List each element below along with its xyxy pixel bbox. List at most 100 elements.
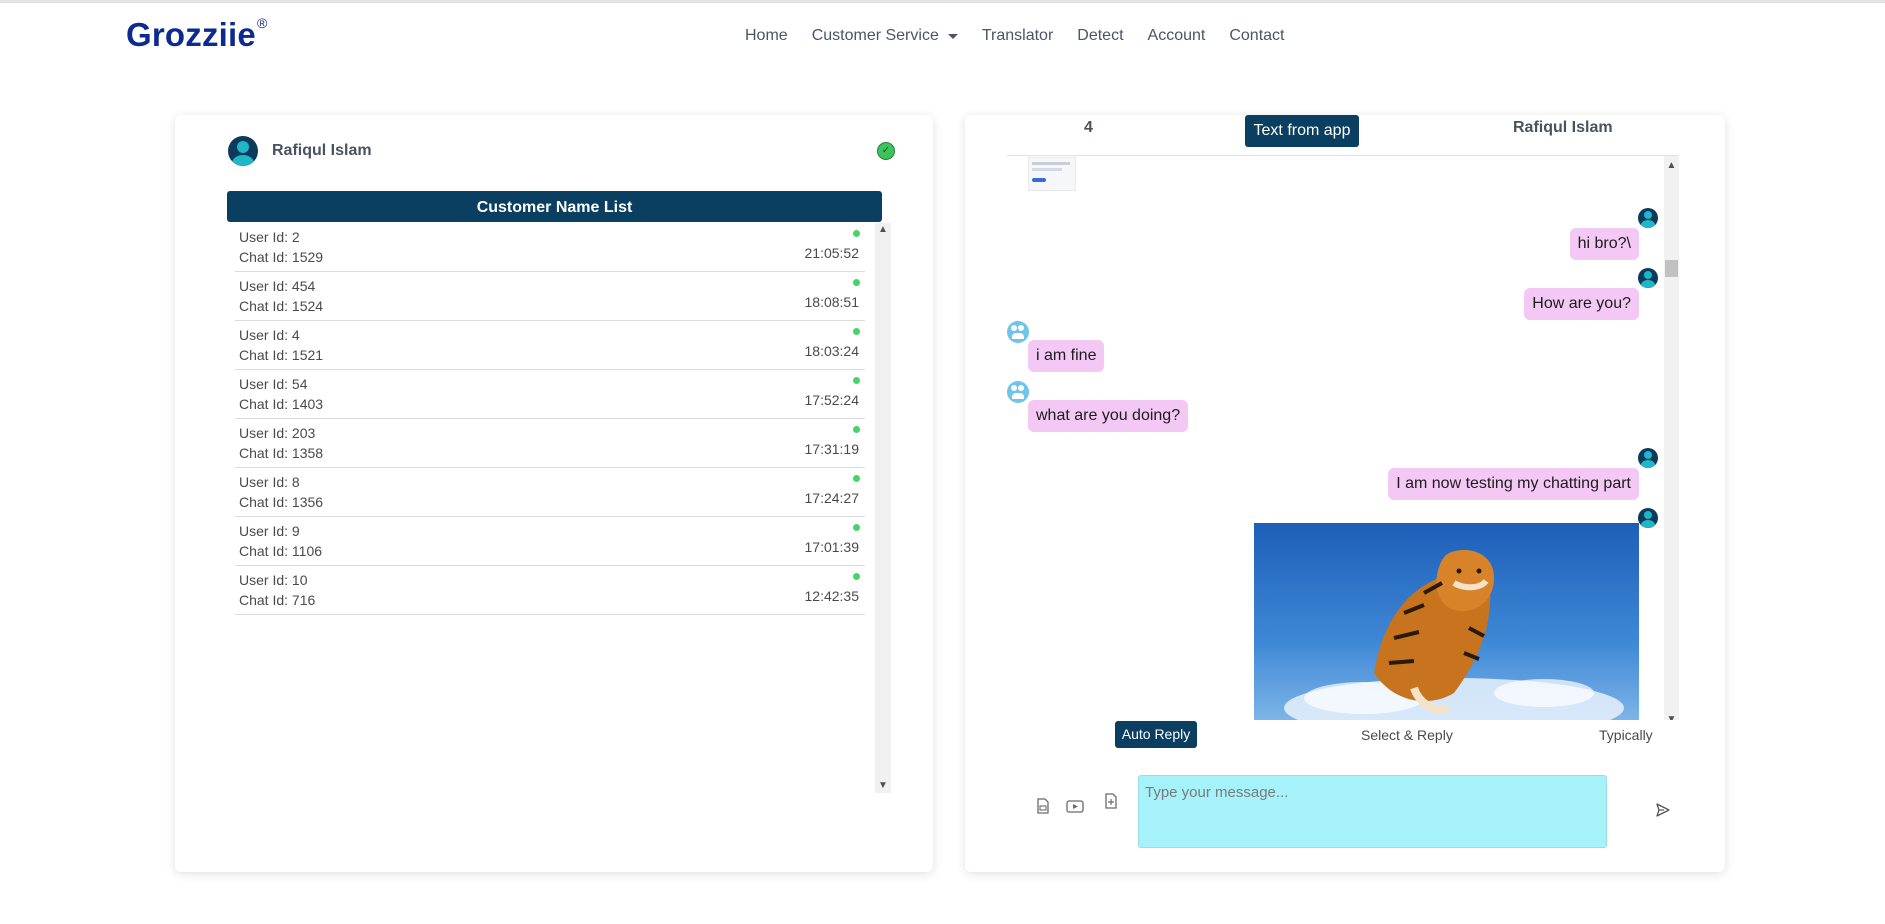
last-message-time: 17:01:39 xyxy=(804,539,860,555)
message-bubble-outgoing: How are you? xyxy=(1524,288,1639,320)
chat-id: Chat Id: 1529 xyxy=(239,249,324,265)
message-input[interactable] xyxy=(1138,775,1607,848)
nav-translator[interactable]: Translator xyxy=(982,27,1053,45)
customer-row[interactable]: User Id: 203 Chat Id: 1358 17:31:19 xyxy=(235,419,865,468)
user-id: User Id: 203 xyxy=(239,425,316,441)
customer-avatar-icon xyxy=(1007,321,1029,343)
message-bubble-incoming: i am fine xyxy=(1028,340,1105,372)
brand-name: Grozziie xyxy=(126,16,256,53)
user-id: User Id: 9 xyxy=(239,523,300,539)
online-dot-icon xyxy=(853,328,860,335)
customer-row[interactable]: User Id: 9 Chat Id: 1106 17:01:39 xyxy=(235,517,865,566)
message-composer xyxy=(965,775,1725,855)
chat-scrollbar[interactable]: ▲ ▼ xyxy=(1664,156,1679,720)
chat-messages[interactable]: hi bro?\ How are you? i am fine what are… xyxy=(1007,155,1679,720)
online-status-icon: ✓ xyxy=(877,142,895,160)
message-bubble-outgoing: I am now testing my chatting part xyxy=(1388,468,1639,500)
last-message-time: 18:03:24 xyxy=(804,343,860,359)
scroll-down-icon[interactable]: ▼ xyxy=(875,779,891,793)
agent-name: Rafiqul Islam xyxy=(272,142,372,159)
last-message-time: 17:52:24 xyxy=(804,392,860,408)
auto-reply-button[interactable]: Auto Reply xyxy=(1115,721,1197,748)
customer-list-title: Customer Name List xyxy=(227,191,882,222)
chat-id: Chat Id: 1403 xyxy=(239,396,324,412)
scroll-up-icon[interactable]: ▲ xyxy=(875,223,891,237)
nav-detect[interactable]: Detect xyxy=(1077,27,1123,45)
chat-user-id: 4 xyxy=(1084,119,1093,136)
chat-card: 4 Text from app Rafiqul Islam hi bro?\ H… xyxy=(965,115,1725,872)
scroll-up-icon[interactable]: ▲ xyxy=(1664,160,1679,171)
customer-row[interactable]: User Id: 2 Chat Id: 1529 21:05:52 xyxy=(235,223,865,272)
nav-customer-service[interactable]: Customer Service xyxy=(812,27,958,45)
nav-account[interactable]: Account xyxy=(1148,27,1206,45)
select-reply-button[interactable]: Select & Reply xyxy=(1361,727,1453,743)
main-nav: Home Customer Service Translator Detect … xyxy=(745,27,1308,45)
brand-logo[interactable]: Grozziie® xyxy=(126,15,268,54)
last-message-time: 17:24:27 xyxy=(804,490,860,506)
chat-id: Chat Id: 1106 xyxy=(239,543,323,559)
reply-mode-tabs: Auto Reply Select & Reply Typically xyxy=(965,721,1725,753)
avatar-icon xyxy=(1638,208,1658,228)
nav-customer-service-label: Customer Service xyxy=(811,27,939,44)
last-message-time: 12:42:35 xyxy=(804,588,860,604)
chat-id: Chat Id: 1521 xyxy=(239,347,324,363)
user-id: User Id: 8 xyxy=(239,474,300,490)
online-dot-icon xyxy=(853,279,860,286)
user-id: User Id: 10 xyxy=(239,572,308,588)
image-file-icon[interactable] xyxy=(1034,797,1052,815)
customer-row[interactable]: User Id: 10 Chat Id: 716 12:42:35 xyxy=(235,566,865,615)
chat-header: 4 Text from app Rafiqul Islam xyxy=(965,115,1725,155)
brand-registered-mark: ® xyxy=(256,15,268,31)
user-id: User Id: 2 xyxy=(239,229,300,245)
nav-home-label: Home xyxy=(745,27,788,44)
send-icon[interactable] xyxy=(1655,802,1671,818)
online-dot-icon xyxy=(853,524,860,531)
image-message[interactable] xyxy=(1254,523,1639,720)
nav-home[interactable]: Home xyxy=(745,27,788,45)
customer-avatar-icon xyxy=(1007,381,1029,403)
last-message-time: 18:08:51 xyxy=(804,294,860,310)
chat-id: Chat Id: 1524 xyxy=(239,298,324,314)
video-icon[interactable] xyxy=(1065,797,1085,815)
user-id: User Id: 54 xyxy=(239,376,308,392)
avatar-icon xyxy=(1638,448,1658,468)
attach-file-icon[interactable] xyxy=(1102,792,1120,810)
customer-row[interactable]: User Id: 4 Chat Id: 1521 18:03:24 xyxy=(235,321,865,370)
nav-detect-label: Detect xyxy=(1077,27,1124,44)
attachment-thumbnail[interactable] xyxy=(1028,157,1076,191)
avatar-icon xyxy=(228,136,258,166)
chat-agent-name: Rafiqul Islam xyxy=(1513,119,1613,136)
chat-id: Chat Id: 1356 xyxy=(239,494,324,510)
user-id: User Id: 4 xyxy=(239,327,300,343)
chat-id: Chat Id: 716 xyxy=(239,592,316,608)
avatar-icon xyxy=(1638,508,1658,528)
customer-list: User Id: 2 Chat Id: 1529 21:05:52 User I… xyxy=(235,223,865,615)
customer-row[interactable]: User Id: 454 Chat Id: 1524 18:08:51 xyxy=(235,272,865,321)
online-dot-icon xyxy=(853,377,860,384)
typically-button[interactable]: Typically xyxy=(1599,727,1653,743)
scroll-down-icon[interactable]: ▼ xyxy=(1664,714,1679,720)
last-message-time: 17:31:19 xyxy=(804,441,860,457)
avatar-icon xyxy=(1638,268,1658,288)
online-dot-icon xyxy=(853,230,860,237)
chat-id: Chat Id: 1358 xyxy=(239,445,324,461)
scrollbar-thumb[interactable] xyxy=(1665,260,1678,277)
online-dot-icon xyxy=(853,475,860,482)
nav-contact-label: Contact xyxy=(1229,27,1285,44)
last-message-time: 21:05:52 xyxy=(804,245,860,261)
online-dot-icon xyxy=(853,426,860,433)
message-bubble-outgoing: hi bro?\ xyxy=(1569,228,1639,260)
customer-row[interactable]: User Id: 8 Chat Id: 1356 17:24:27 xyxy=(235,468,865,517)
online-dot-icon xyxy=(853,573,860,580)
nav-account-label: Account xyxy=(1147,27,1206,44)
agent-profile: Rafiqul Islam xyxy=(228,136,372,166)
nav-contact[interactable]: Contact xyxy=(1229,27,1284,45)
caret-down-icon xyxy=(947,33,958,39)
customer-list-scrollbar[interactable]: ▲ ▼ xyxy=(875,223,891,793)
top-border xyxy=(0,0,1885,3)
customer-row[interactable]: User Id: 54 Chat Id: 1403 17:52:24 xyxy=(235,370,865,419)
message-bubble-incoming: what are you doing? xyxy=(1028,400,1189,432)
text-from-app-tab[interactable]: Text from app xyxy=(1245,115,1359,147)
customer-list-card: Rafiqul Islam ✓ Customer Name List User … xyxy=(175,115,933,872)
nav-translator-label: Translator xyxy=(981,27,1054,44)
